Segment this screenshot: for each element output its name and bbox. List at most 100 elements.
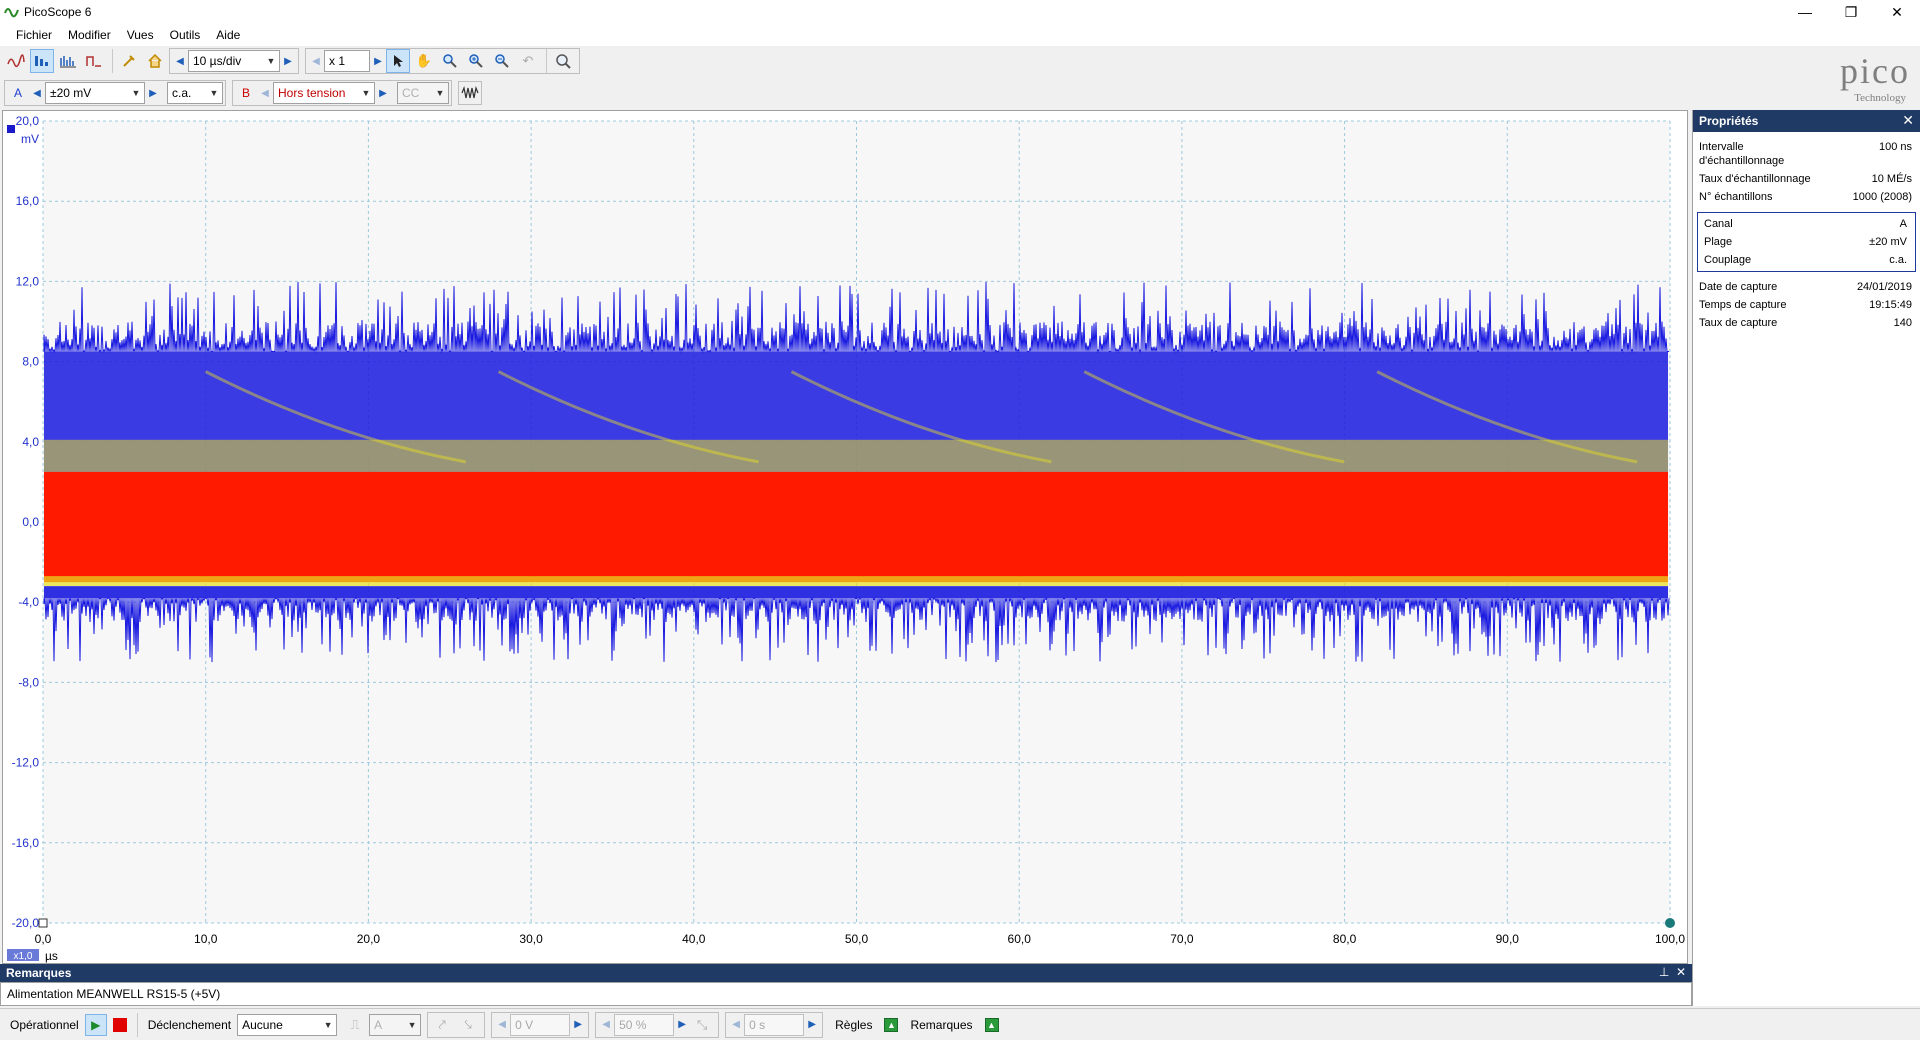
channel-a-coupling-value: c.a. [172,86,192,100]
property-value: 19:15:49 [1869,299,1912,311]
remarks-text[interactable]: Alimentation MEANWELL RS15-5 (+5V) [0,982,1692,1006]
zoom-next-icon[interactable]: ▶ [370,50,386,72]
scope-mode-icon[interactable] [4,49,28,73]
signal-generator-icon[interactable] [458,81,482,105]
chevron-down-icon: ▼ [435,88,445,98]
x-tick-label: 30,0 [519,932,543,946]
x-tick-label: 90,0 [1496,932,1520,946]
pin-icon[interactable]: ⊥ [1659,965,1669,979]
trigger-type-icon[interactable]: ⎍ [343,1013,367,1037]
channel-b-coupling-select[interactable]: CC ▼ [397,82,449,104]
channel-toolbar: A ◀ ±20 mV ▼ ▶ c.a. ▼ B ◀ Hors tension ▼… [0,78,1920,108]
x-tick-label: 70,0 [1170,932,1194,946]
pretrigger-next-icon[interactable]: ▶ [674,1014,690,1036]
property-value: 1000 (2008) [1852,191,1912,203]
falling-edge-icon[interactable]: ⤥ [456,1013,480,1037]
timebase-select[interactable]: 10 µs/div ▼ [188,50,280,72]
picoscope-window: PicoScope 6 — ❐ ✕ Fichier Modifier Vues … [0,0,1920,1040]
maximize-button[interactable]: ❐ [1828,0,1874,24]
x-tick-label: 0,0 [35,932,52,946]
persistence-mode-icon[interactable] [30,49,54,73]
pointer-tool-icon[interactable] [386,49,410,73]
level-prev-icon[interactable]: ◀ [494,1014,510,1036]
delay-next-icon[interactable]: ▶ [804,1014,820,1036]
pulse-view-icon[interactable] [82,49,106,73]
trigger-mode-value: Aucune [242,1017,283,1032]
channel-a-range-select[interactable]: ±20 mV ▼ [45,82,145,104]
menu-vues[interactable]: Vues [119,28,162,42]
zoom-window-icon[interactable] [438,49,462,73]
x-tick-label: 80,0 [1333,932,1357,946]
home-icon[interactable] [143,49,167,73]
x-tick-label: 20,0 [357,932,381,946]
edge-group: ⤤ ⤥ [427,1011,486,1038]
channel-b-range-value: Hors tension [278,86,346,100]
property-row: Temps de capture 19:15:49 [1693,296,1920,314]
trigger-channel-select[interactable]: A ▼ [369,1013,422,1036]
lower-blue-edge [44,586,1668,599]
zoom-out-icon[interactable] [490,49,514,73]
menu-outils[interactable]: Outils [162,28,209,42]
x-scale-badge: x1,0 [14,951,33,962]
timebase-prev-icon[interactable]: ◀ [172,50,188,72]
minimize-button[interactable]: — [1782,0,1828,24]
stop-icon[interactable] [112,1017,127,1032]
trigger-mode-select[interactable]: Aucune ▼ [237,1013,338,1036]
range-b-next-icon[interactable]: ▶ [375,82,391,104]
level-next-icon[interactable]: ▶ [570,1014,586,1036]
undo-zoom-icon[interactable]: ↶ [516,49,540,73]
zoom-field[interactable]: x 1 [324,50,370,72]
hand-tool-icon[interactable]: ✋ [412,49,436,73]
status-bar: Opérationnel ▶ Déclenchement Aucune ▼ ⎍ … [0,1008,1920,1040]
property-row: Canal A [1698,215,1915,233]
notes-label: Remarques [910,1017,973,1032]
close-icon[interactable]: ✕ [1676,965,1686,979]
delay-prev-icon[interactable]: ◀ [728,1014,744,1036]
probe-icon[interactable] [117,49,141,73]
rising-edge-icon[interactable]: ⤤ [430,1013,454,1037]
y-tick-label: 4,0 [22,435,39,449]
menu-fichier[interactable]: Fichier [8,28,60,42]
rules-icon[interactable]: ▲ [884,1017,899,1032]
range-a-next-icon[interactable]: ▶ [145,82,161,104]
x-tick-label: 60,0 [1008,932,1032,946]
toolbar-separator [546,49,547,73]
property-row: Taux de capture 140 [1693,314,1920,332]
property-key: Intervalle d'échantillonnage [1699,141,1785,167]
delay-field[interactable]: 0 s [744,1013,805,1036]
zoom-in-icon[interactable] [464,49,488,73]
range-a-prev-icon[interactable]: ◀ [29,82,45,104]
x-tick-label: 40,0 [682,932,706,946]
notes-icon[interactable]: ▲ [984,1017,999,1032]
channel-b-coupling-value: CC [402,86,420,100]
timebase-next-icon[interactable]: ▶ [280,50,296,72]
close-icon[interactable]: ✕ [1902,112,1914,129]
zoom-prev-icon[interactable]: ◀ [308,50,324,72]
channel-b-range-select[interactable]: Hors tension ▼ [273,82,375,104]
oscilloscope-plot[interactable]: 20,0 16,0 12,0 8,0 4,0 0,0 -4,0 -8,0 -12,0 -16,0 -… [3,111,1689,965]
delay-group: ◀ 0 s ▶ [725,1011,824,1038]
capture-properties: Date de capture 24/01/2019 Temps de captur… [1693,278,1920,332]
trigger-channel-value: A [374,1017,383,1032]
advanced-trigger-icon[interactable]: ⤡ [690,1013,714,1037]
pretrigger-prev-icon[interactable]: ◀ [598,1014,614,1036]
red-band [44,471,1668,583]
y-tick-label: 16,0 [16,194,40,208]
zoom-overview-icon[interactable] [551,49,575,73]
start-icon[interactable]: ▶ [84,1013,107,1036]
property-row: N° échantillons 1000 (2008) [1693,188,1920,206]
close-button[interactable]: ✕ [1874,0,1920,24]
range-b-prev-icon[interactable]: ◀ [257,82,273,104]
channel-a-button[interactable]: A [7,82,29,104]
pre-trigger-field[interactable]: 50 % [614,1013,675,1036]
x-tick-label: 10,0 [194,932,218,946]
channel-b-button[interactable]: B [235,82,257,104]
menu-modifier[interactable]: Modifier [60,28,119,42]
scope-view[interactable]: 20,0 16,0 12,0 8,0 4,0 0,0 -4,0 -8,0 -12,0 -16,0 -… [2,110,1688,964]
menu-aide[interactable]: Aide [208,28,248,42]
remarks-panel: Remarques ⊥ ✕ Alimentation MEANWELL RS15… [0,964,1692,1006]
channel-a-coupling-select[interactable]: c.a. ▼ [167,82,223,104]
property-value: 24/01/2019 [1856,281,1912,293]
trigger-level-field[interactable]: 0 V [510,1013,571,1036]
spectrum-mode-icon[interactable] [56,49,80,73]
